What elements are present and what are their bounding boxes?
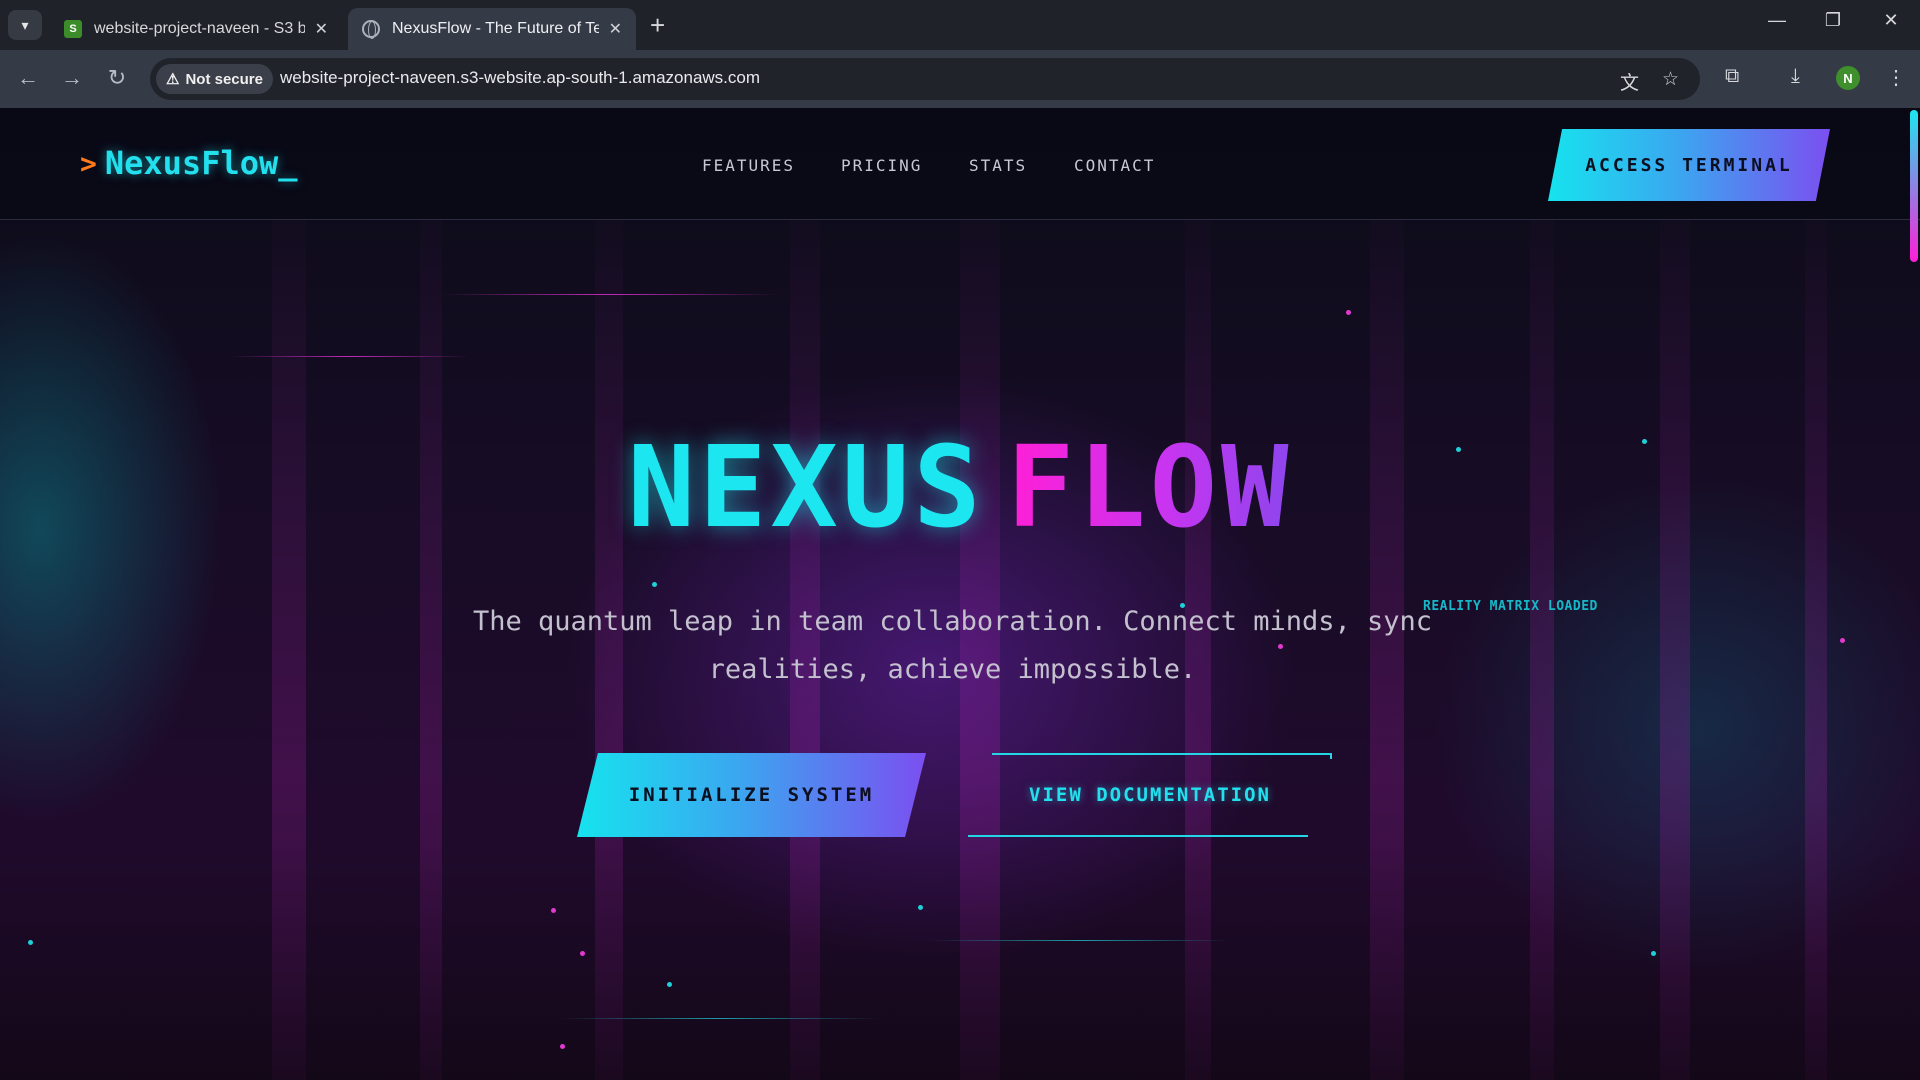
hero-tagline: The quantum leap in team collaboration. … <box>440 598 1465 694</box>
menu-icon[interactable]: ⋮ <box>1886 65 1906 90</box>
tab-title: NexusFlow - The Future of Tean <box>392 20 599 37</box>
warning-icon: ⚠ <box>166 71 180 88</box>
nav-link-features[interactable]: FEATURES <box>702 156 795 175</box>
forward-icon[interactable]: → <box>57 65 87 91</box>
chevron-down-icon: ▾ <box>21 16 29 33</box>
browser-tab-s3[interactable]: S website-project-naveen - S3 bu ✕ <box>50 8 342 50</box>
button-border-tick <box>1330 753 1332 759</box>
reload-icon[interactable]: ↻ <box>102 65 132 91</box>
particle <box>667 982 672 987</box>
particle <box>918 905 923 910</box>
background-stripe <box>420 220 442 1080</box>
page-scrollbar[interactable] <box>1910 110 1918 262</box>
restore-icon[interactable]: ❐ <box>1813 10 1853 31</box>
glow-line <box>560 1018 880 1019</box>
tab-search-button[interactable]: ▾ <box>8 10 42 40</box>
particle <box>1840 638 1845 643</box>
glow-line <box>930 940 1230 941</box>
security-chip[interactable]: ⚠ Not secure <box>156 64 273 94</box>
s3-favicon-icon: S <box>64 20 82 38</box>
new-tab-button[interactable]: + <box>650 10 665 40</box>
browser-tab-strip: ▾ S website-project-naveen - S3 bu ✕ Nex… <box>0 0 1920 50</box>
browser-tab-nexusflow[interactable]: NexusFlow - The Future of Tean ✕ <box>348 8 636 50</box>
site-header: > NexusFlow_ FEATURES PRICING STATS CONT… <box>0 108 1920 220</box>
minimize-icon[interactable]: — <box>1757 10 1797 31</box>
logo-text: NexusFlow_ <box>104 144 298 182</box>
access-terminal-button[interactable]: ACCESS TERMINAL <box>1548 129 1830 201</box>
tagline-line: The quantum leap in team collaboration. … <box>472 606 1433 637</box>
background-stripe <box>1660 220 1690 1080</box>
close-icon[interactable]: ✕ <box>609 19 622 39</box>
nav-link-stats[interactable]: STATS <box>969 156 1027 175</box>
particle <box>1346 310 1351 315</box>
button-label: VIEW DOCUMENTATION <box>1029 784 1271 806</box>
url-text[interactable]: website-project-naveen.s3-website.ap-sou… <box>280 68 760 88</box>
background-stripe <box>1530 220 1554 1080</box>
prompt-caret-icon: > <box>80 146 97 180</box>
particle <box>1651 951 1656 956</box>
glow-line <box>230 356 470 357</box>
browser-toolbar: ← → ↻ ⚠ Not secure website-project-navee… <box>0 50 1920 108</box>
particle <box>652 582 657 587</box>
background-stripe <box>272 220 306 1080</box>
hero-title: NEXUS FLOW <box>0 423 1920 553</box>
security-label: Not secure <box>185 70 263 88</box>
particle <box>580 951 585 956</box>
close-icon[interactable]: ✕ <box>315 19 328 39</box>
hero-title-nexus: NEXUS <box>627 423 985 553</box>
translate-icon[interactable]: 文 <box>1620 68 1639 95</box>
status-indicator: REALITY MATRIX LOADED <box>1423 599 1598 614</box>
window-close-icon[interactable]: ✕ <box>1871 10 1911 31</box>
tagline-line: realities, achieve impossible. <box>708 654 1197 685</box>
initialize-system-button[interactable]: INITIALIZE SYSTEM <box>577 753 926 837</box>
nav-link-pricing[interactable]: PRICING <box>841 156 922 175</box>
globe-icon <box>362 20 380 39</box>
nav-link-contact[interactable]: CONTACT <box>1074 156 1155 175</box>
extensions-icon[interactable]: ⧉ <box>1725 65 1739 88</box>
view-documentation-button[interactable]: VIEW DOCUMENTATION <box>968 753 1332 837</box>
star-icon[interactable]: ☆ <box>1662 68 1679 91</box>
tab-title: website-project-naveen - S3 bu <box>94 20 305 37</box>
download-icon[interactable]: ⤓ <box>1791 65 1800 88</box>
page-viewport: > NexusFlow_ FEATURES PRICING STATS CONT… <box>0 108 1920 1080</box>
back-icon[interactable]: ← <box>13 65 43 91</box>
site-logo[interactable]: > NexusFlow_ <box>80 144 298 182</box>
address-bar[interactable]: ⚠ Not secure website-project-naveen.s3-w… <box>150 58 1700 100</box>
profile-avatar[interactable]: N <box>1836 66 1860 90</box>
glow-line <box>440 294 780 295</box>
background-stripe <box>1805 220 1827 1080</box>
particle <box>560 1044 565 1049</box>
button-border-top <box>992 753 1332 755</box>
particle <box>28 940 33 945</box>
button-border-bottom <box>968 835 1308 837</box>
particle <box>551 908 556 913</box>
hero-title-flow: FLOW <box>1006 423 1293 553</box>
